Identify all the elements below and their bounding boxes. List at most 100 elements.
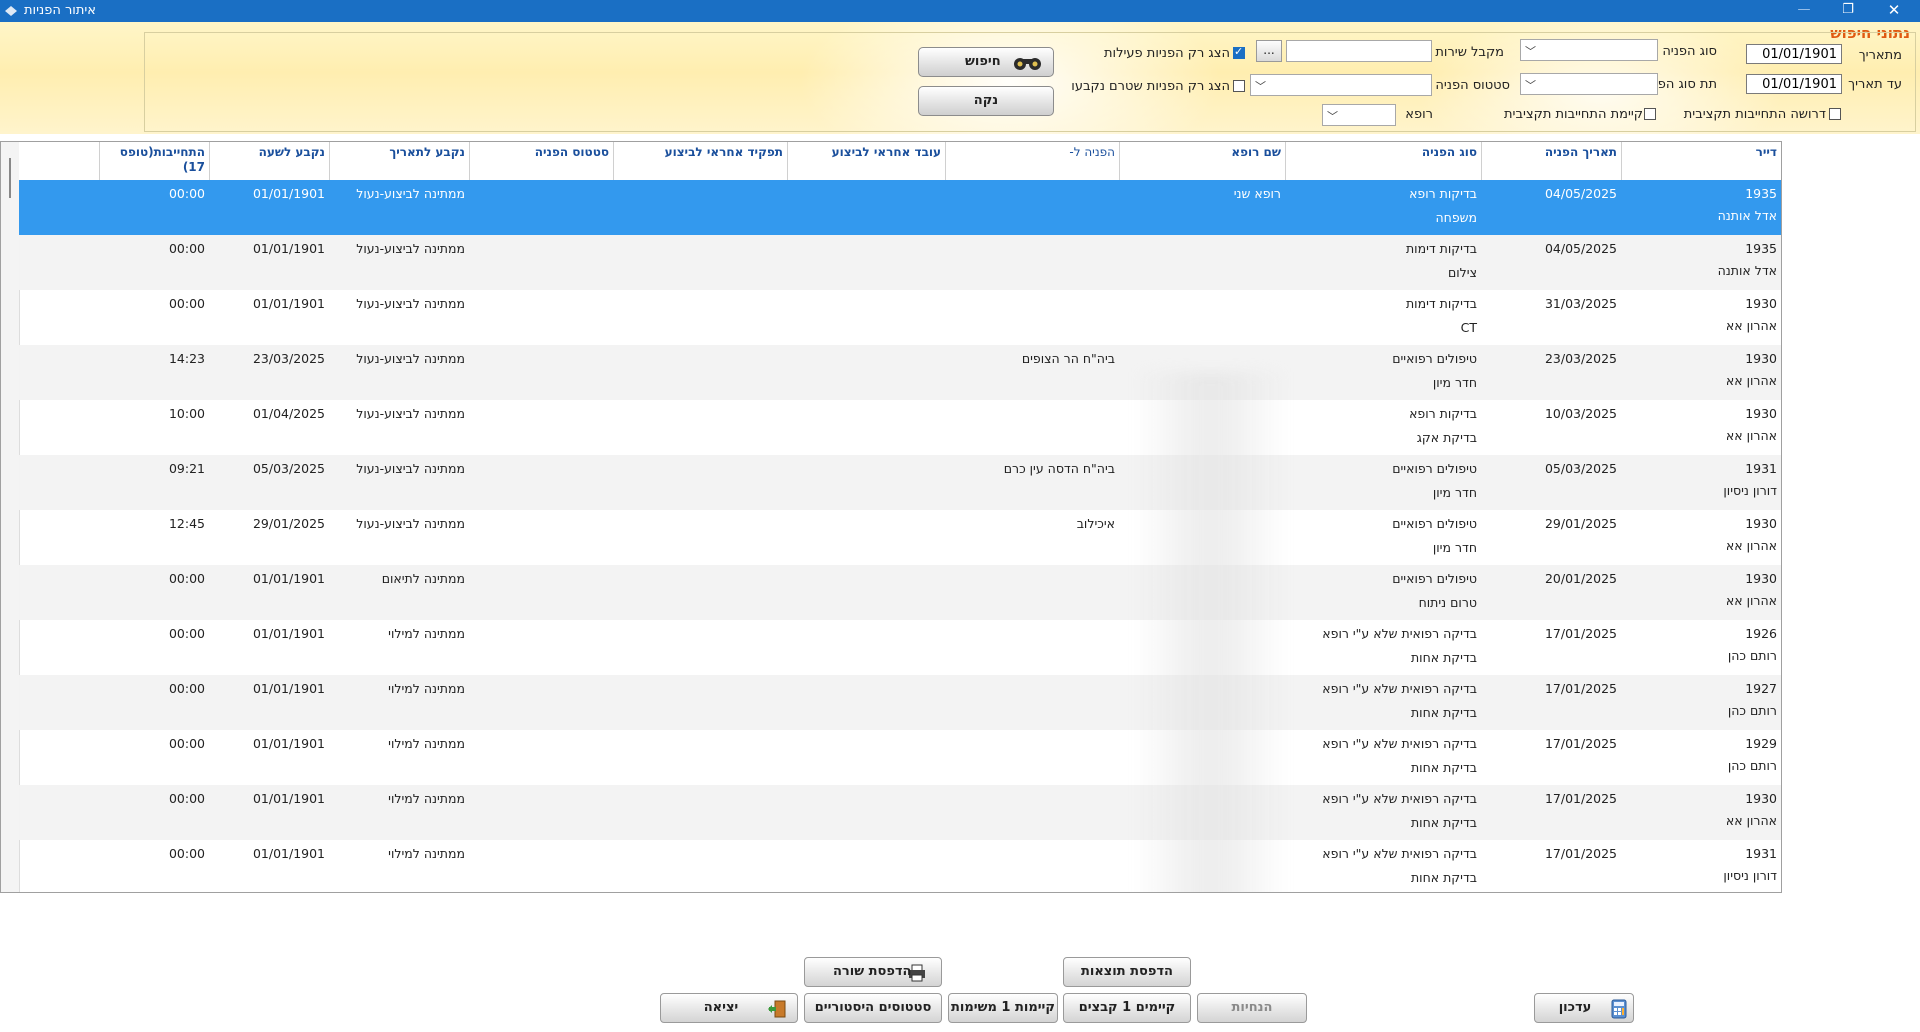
cell-sched-date: 01/01/1901 <box>252 736 325 751</box>
exit-button[interactable]: יציאה <box>660 993 798 1023</box>
cell-resident-id: 1931 <box>1745 846 1777 861</box>
cell-type: בדיקות רופא <box>1409 186 1477 201</box>
budget-required-checkbox[interactable] <box>1829 108 1841 120</box>
chevron-down-icon: ﹀ <box>1525 45 1536 58</box>
chevron-down-icon: ﹀ <box>1255 80 1266 93</box>
col-header-sched-time[interactable]: נקבע לשעה <box>209 142 329 180</box>
table-row[interactable]: 1935 אדל אותנה 04/05/2025 בדיקות רופא משפחה ר… <box>19 180 1781 235</box>
results-grid[interactable]: דייר תאריך הפניה סוג הפניה שם רופא הפניה… <box>0 141 1782 893</box>
cell-type: טיפולים רפואיים <box>1392 571 1477 586</box>
cell-subtype: משפחה <box>1435 210 1478 225</box>
table-row[interactable]: 1930 אהרון אא 23/03/2025 טיפולים רפואיים חדר… <box>19 345 1781 400</box>
cell-sched-time: 10:00 <box>168 406 205 421</box>
browse-button[interactable]: ... <box>1256 40 1282 62</box>
col-header-referral-date[interactable]: תאריך הפניה <box>1481 142 1621 180</box>
referral-subtype-select[interactable]: ﹀ <box>1520 73 1658 95</box>
cell-resident-id: 1935 <box>1745 186 1777 201</box>
print-row-button[interactable]: הדפסת שורה <box>804 957 942 987</box>
update-button[interactable]: עדכון <box>1534 993 1634 1023</box>
calculator-icon <box>1611 999 1627 1019</box>
cell-subtype: חדר מיון <box>1432 540 1477 555</box>
cell-subtype: חדר מיון <box>1432 375 1477 390</box>
cell-resident-name: רותם כהן <box>1727 758 1777 773</box>
cell-type: בדיקות דימות <box>1405 241 1477 256</box>
table-row[interactable]: 1930 אהרון אא 31/03/2025 בדיקות דימות CT ממתי… <box>19 290 1781 345</box>
close-button[interactable]: ✕ <box>1872 0 1916 22</box>
from-date-input[interactable] <box>1746 44 1842 64</box>
col-header-status[interactable]: סטטוס הפניה <box>469 142 613 180</box>
doctor-select[interactable]: ﹀ <box>1322 104 1396 126</box>
cell-sched-date: 29/01/2025 <box>252 516 325 531</box>
scrollbar-thumb[interactable] <box>9 158 11 198</box>
history-statuses-button[interactable]: סטטוסים היסטוריים <box>804 993 942 1023</box>
budget-exists-checkbox[interactable] <box>1644 108 1656 120</box>
table-row[interactable]: 1930 אהרון אא 20/01/2025 טיפולים רפואיים טרו… <box>19 565 1781 620</box>
cell-sched-date: 01/01/1901 <box>252 626 325 641</box>
cell-resident-id: 1929 <box>1745 736 1777 751</box>
minimize-button[interactable]: — <box>1782 0 1826 22</box>
print-results-button[interactable]: הדפסת תוצאות במסך <box>1063 957 1191 1007</box>
col-header-responsible-worker[interactable]: עובד אחראי לביצוע <box>787 142 945 180</box>
grid-scroll-strip[interactable] <box>1 142 20 892</box>
col-header-doctor[interactable]: שם רופא <box>1119 142 1285 180</box>
col-header-referral-type[interactable]: סוג הפניה <box>1285 142 1481 180</box>
cell-subtype: בדיקת אחות <box>1410 650 1477 665</box>
cell-subtype: CT <box>1460 320 1477 335</box>
table-row[interactable]: 1926 רותם כהן 17/01/2025 בדיקה רפואית שלא ע… <box>19 620 1781 675</box>
table-row[interactable]: 1931 דורון ניסיון 05/03/2025 טיפולים רפואיי… <box>19 455 1781 510</box>
col-header-sched-date[interactable]: נקבע לתאריך <box>329 142 469 180</box>
title-bar: איתור הפניות — ❐ ✕ <box>0 0 1920 22</box>
cell-status: ממתינה לביצוע-נעול <box>356 351 465 366</box>
cell-resident-name: דורון ניסיון <box>1723 483 1777 498</box>
tasks-button[interactable]: קיימות 1 משימות <box>948 993 1058 1023</box>
cell-sched-date: 01/01/1901 <box>252 186 325 201</box>
cell-date: 17/01/2025 <box>1544 736 1617 751</box>
referral-status-select[interactable]: ﹀ <box>1250 74 1432 96</box>
table-row[interactable]: 1935 אדל אותנה 04/05/2025 בדיקות דימות צילום… <box>19 235 1781 290</box>
cell-referred-to: ביה"ח הר הצופים <box>1021 351 1115 366</box>
table-row[interactable]: 1930 אהרון אא 10/03/2025 בדיקות רופא בדיקת א… <box>19 400 1781 455</box>
cell-date: 29/01/2025 <box>1544 516 1617 531</box>
cell-sched-date: 05/03/2025 <box>252 461 325 476</box>
table-row[interactable]: 1930 אהרון אא 17/01/2025 בדיקה רפואית שלא ע… <box>19 785 1781 840</box>
col-header-commitment[interactable]: התחייבות(טופס 17) <box>99 142 209 180</box>
col-header-resident[interactable]: דייר <box>1621 142 1781 180</box>
cell-type: טיפולים רפואיים <box>1392 516 1477 531</box>
cell-type: בדיקה רפואית שלא ע"י רופא <box>1322 681 1477 696</box>
table-row[interactable]: 1931 דורון ניסיון 17/01/2025 בדיקה רפואית ש… <box>19 840 1781 892</box>
cell-sched-date: 01/01/1901 <box>252 241 325 256</box>
cell-sched-date: 01/04/2025 <box>252 406 325 421</box>
cell-sched-date: 01/01/1901 <box>252 681 325 696</box>
cell-resident-name: אדל אותנה <box>1717 263 1777 278</box>
table-row[interactable]: 1927 רותם כהן 17/01/2025 בדיקה רפואית שלא ע… <box>19 675 1781 730</box>
referral-type-select[interactable]: ﹀ <box>1520 39 1658 61</box>
table-row[interactable]: 1929 רותם כהן 17/01/2025 בדיקה רפואית שלא ע… <box>19 730 1781 785</box>
col-header-responsible-role[interactable]: תפקיד אחראי לביצוע <box>613 142 787 180</box>
cell-resident-name: אהרון אא <box>1725 813 1777 828</box>
col-header-referred-to[interactable]: הפניה ל- <box>945 142 1119 180</box>
show-unscheduled-checkbox[interactable] <box>1233 80 1245 92</box>
cell-sched-date: 23/03/2025 <box>252 351 325 366</box>
instructions-button[interactable]: הנחיות <box>1197 993 1307 1023</box>
cell-resident-name: דורון ניסיון <box>1723 868 1777 883</box>
cell-subtype: צילום <box>1447 265 1477 280</box>
clear-button[interactable]: נקה <box>918 86 1054 116</box>
cell-status: ממתינה למילוי <box>388 791 465 806</box>
search-button[interactable]: חיפוש <box>918 47 1054 77</box>
cell-sched-time: 00:00 <box>168 626 205 641</box>
cell-type: בדיקה רפואית שלא ע"י רופא <box>1322 846 1477 861</box>
files-button[interactable]: קיימים 1 קבצים <box>1063 993 1191 1023</box>
service-receiver-input[interactable] <box>1286 40 1432 62</box>
cell-sched-time: 00:00 <box>168 241 205 256</box>
maximize-button[interactable]: ❐ <box>1826 0 1870 22</box>
cell-sched-date: 01/01/1901 <box>252 296 325 311</box>
cell-date: 04/05/2025 <box>1544 186 1617 201</box>
to-date-input[interactable] <box>1746 74 1842 94</box>
cell-resident-id: 1935 <box>1745 241 1777 256</box>
cell-type: בדיקה רפואית שלא ע"י רופא <box>1322 791 1477 806</box>
cell-status: ממתינה לביצוע-נעול <box>356 241 465 256</box>
chevron-down-icon: ﹀ <box>1525 79 1536 92</box>
redacted-area <box>1136 372 1286 892</box>
show-active-checkbox[interactable] <box>1233 45 1245 59</box>
table-row[interactable]: 1930 אהרון אא 29/01/2025 טיפולים רפואיים חדר… <box>19 510 1781 565</box>
